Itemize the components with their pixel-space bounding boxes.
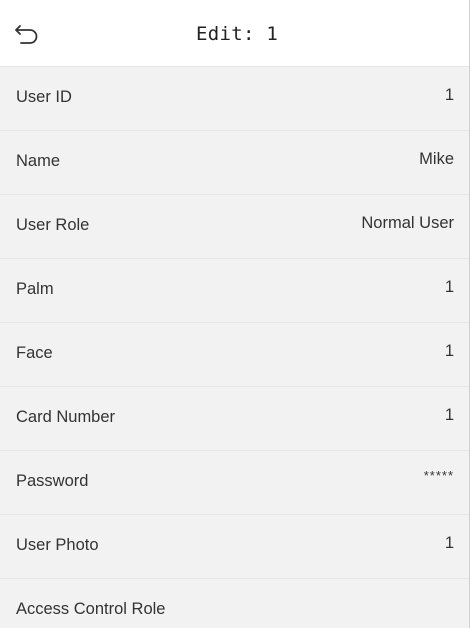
edit-user-screen: Edit: 1 User ID 1 Name Mike User Role No… (0, 0, 470, 628)
row-user-id[interactable]: User ID 1 (0, 66, 469, 130)
back-button[interactable] (14, 22, 44, 48)
field-value: 1 (444, 86, 454, 104)
field-value: 1 (444, 342, 454, 360)
row-password[interactable]: Password ***** (0, 450, 469, 514)
field-label: User Role (16, 216, 90, 234)
field-value: 1 (444, 406, 454, 424)
row-card-number[interactable]: Card Number 1 (0, 386, 469, 450)
header-bar: Edit: 1 (0, 0, 469, 66)
row-user-role[interactable]: User Role Normal User (0, 194, 469, 258)
field-label: Name (16, 152, 61, 170)
row-palm[interactable]: Palm 1 (0, 258, 469, 322)
field-value: 1 (444, 534, 454, 552)
field-label: Password (16, 472, 89, 490)
field-label: Access Control Role (16, 600, 166, 618)
field-label: User Photo (16, 536, 99, 554)
row-access-control-role[interactable]: Access Control Role (0, 578, 469, 628)
page-title: Edit: 1 (196, 23, 279, 45)
row-user-photo[interactable]: User Photo 1 (0, 514, 469, 578)
row-face[interactable]: Face 1 (0, 322, 469, 386)
field-list: User ID 1 Name Mike User Role Normal Use… (0, 66, 469, 628)
field-value: Normal User (361, 214, 454, 232)
back-arrow-icon (15, 25, 38, 44)
field-value: Mike (419, 150, 454, 168)
field-label: User ID (16, 88, 72, 106)
field-label: Card Number (16, 408, 116, 426)
field-value: ***** (423, 468, 454, 483)
field-label: Palm (16, 280, 54, 298)
field-label: Face (16, 344, 53, 362)
field-value: 1 (444, 278, 454, 296)
row-name[interactable]: Name Mike (0, 130, 469, 194)
